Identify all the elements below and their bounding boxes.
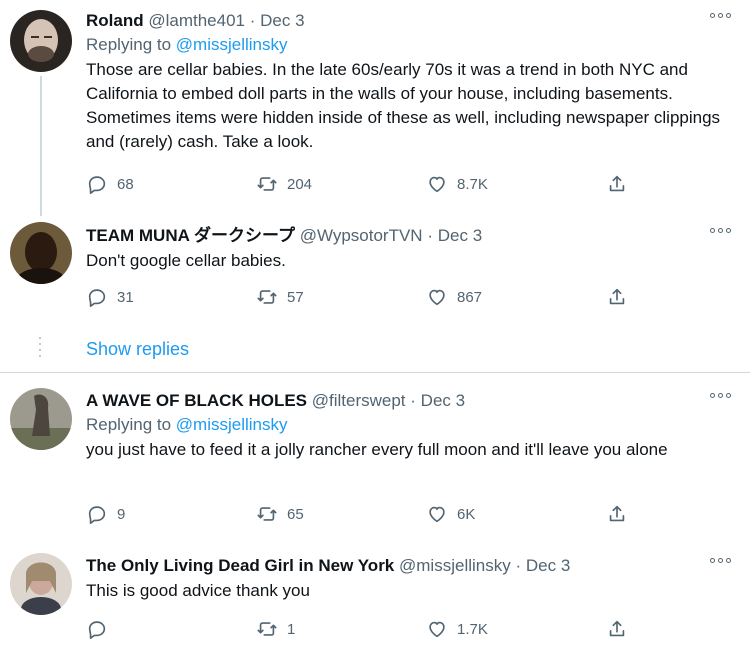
- heart-icon: [429, 176, 445, 193]
- separator: ·: [249, 11, 256, 30]
- more-options-icon[interactable]: [710, 555, 736, 565]
- reply-icon: [88, 289, 106, 307]
- tweet-date[interactable]: Dec 3: [438, 226, 482, 245]
- reply-button[interactable]: 31: [86, 283, 134, 311]
- more-options-icon[interactable]: [710, 10, 736, 20]
- reply-count: 68: [117, 175, 134, 193]
- thread-line: [40, 76, 42, 216]
- avatar[interactable]: [10, 388, 72, 450]
- tweet-text: Those are cellar babies. In the late 60s…: [86, 60, 721, 151]
- share-button[interactable]: [606, 170, 628, 198]
- display-name[interactable]: The Only Living Dead Girl in New York: [86, 556, 394, 575]
- share-button[interactable]: [606, 500, 628, 528]
- avatar[interactable]: [10, 10, 72, 72]
- retweet-icon: [257, 290, 277, 304]
- retweet-count: 65: [287, 505, 304, 523]
- tweet-header: A WAVE OF BLACK HOLES @filterswept · Dec…: [86, 390, 738, 412]
- share-icon: [609, 288, 625, 305]
- like-button[interactable]: 6K: [426, 500, 475, 528]
- separator: ·: [410, 391, 416, 410]
- reply-icon: [88, 176, 106, 194]
- avatar-image: [10, 553, 72, 615]
- retweet-button[interactable]: 204: [256, 170, 312, 198]
- tweet-text: you just have to feed it a jolly rancher…: [86, 440, 668, 459]
- share-icon: [609, 505, 625, 522]
- display-name[interactable]: A WAVE OF BLACK HOLES: [86, 391, 307, 410]
- reply-count: 31: [117, 288, 134, 306]
- share-icon: [609, 175, 625, 192]
- retweet-icon: [257, 507, 277, 521]
- divider: [0, 372, 750, 373]
- replying-handle[interactable]: @missjellinsky: [176, 35, 288, 54]
- avatar-image: [10, 222, 72, 284]
- retweet-count: 204: [287, 175, 313, 193]
- heart-icon: [429, 506, 445, 523]
- heart-icon: [429, 289, 445, 306]
- retweet-button[interactable]: 65: [256, 500, 304, 528]
- replying-to: Replying to @missjellinsky: [86, 414, 738, 436]
- like-count: 867: [457, 288, 483, 306]
- tweet-text: This is good advice thank you: [86, 581, 310, 600]
- like-count: 6K: [457, 505, 476, 523]
- tweet-date[interactable]: Dec 3: [526, 556, 570, 575]
- tweet-header: TEAM MUNA ダークシープ @WypsotorTVN · Dec 3: [86, 225, 738, 247]
- like-button[interactable]: 8.7K: [426, 170, 488, 198]
- reply-button[interactable]: 9: [86, 500, 125, 528]
- tweet-missjellinsky[interactable]: The Only Living Dead Girl in New York @m…: [0, 545, 750, 651]
- tweet-header: Roland @lamthe401 · Dec 3: [86, 10, 738, 32]
- like-button[interactable]: 867: [426, 283, 482, 311]
- avatar-image: [10, 388, 72, 450]
- retweet-count: 1: [287, 620, 296, 638]
- tweet-date[interactable]: Dec 3: [260, 11, 304, 30]
- retweet-count: 57: [287, 288, 304, 306]
- avatar[interactable]: [10, 553, 72, 615]
- more-options-icon[interactable]: [710, 225, 736, 235]
- replying-prefix: Replying to: [86, 415, 172, 434]
- retweet-button[interactable]: 57: [256, 283, 304, 311]
- avatar[interactable]: [10, 222, 72, 284]
- tweet-text: Don't google cellar babies.: [86, 251, 286, 270]
- show-replies-link[interactable]: Show replies: [86, 339, 189, 360]
- separator: ·: [515, 556, 522, 575]
- user-handle[interactable]: @missjellinsky: [399, 556, 511, 575]
- reply-icon: [88, 621, 106, 639]
- display-name[interactable]: Roland: [86, 11, 144, 30]
- replying-prefix: Replying to: [86, 35, 172, 54]
- tweet-team-muna[interactable]: TEAM MUNA ダークシープ @WypsotorTVN · Dec 3 Do…: [0, 215, 750, 330]
- user-handle[interactable]: @lamthe401: [148, 11, 245, 30]
- reply-count: 9: [117, 505, 126, 523]
- display-name[interactable]: TEAM MUNA ダークシープ: [86, 226, 295, 245]
- reply-button[interactable]: 68: [86, 170, 134, 198]
- user-handle[interactable]: @WypsotorTVN: [300, 226, 423, 245]
- avatar-image: [10, 10, 72, 72]
- thread-dots: [39, 337, 42, 361]
- more-options-icon[interactable]: [710, 390, 736, 400]
- tweet-roland[interactable]: Roland @lamthe401 · Dec 3 Replying to @m…: [0, 0, 750, 216]
- separator: ·: [427, 226, 433, 245]
- reply-button[interactable]: [86, 615, 117, 643]
- heart-icon: [429, 621, 445, 638]
- tweet-date[interactable]: Dec 3: [421, 391, 465, 410]
- replying-to: Replying to @missjellinsky: [86, 34, 738, 56]
- tweet-header: The Only Living Dead Girl in New York @m…: [86, 555, 738, 577]
- like-button[interactable]: 1.7K: [426, 615, 488, 643]
- like-count: 1.7K: [457, 620, 488, 638]
- retweet-icon: [257, 622, 277, 636]
- share-icon: [609, 620, 625, 637]
- retweet-icon: [257, 177, 277, 191]
- user-handle[interactable]: @filterswept: [312, 391, 406, 410]
- reply-icon: [88, 506, 106, 524]
- share-button[interactable]: [606, 615, 628, 643]
- like-count: 8.7K: [457, 175, 488, 193]
- tweet-wave-of-black-holes[interactable]: A WAVE OF BLACK HOLES @filterswept · Dec…: [0, 380, 750, 540]
- share-button[interactable]: [606, 283, 628, 311]
- replying-handle[interactable]: @missjellinsky: [176, 415, 288, 434]
- retweet-button[interactable]: 1: [256, 615, 295, 643]
